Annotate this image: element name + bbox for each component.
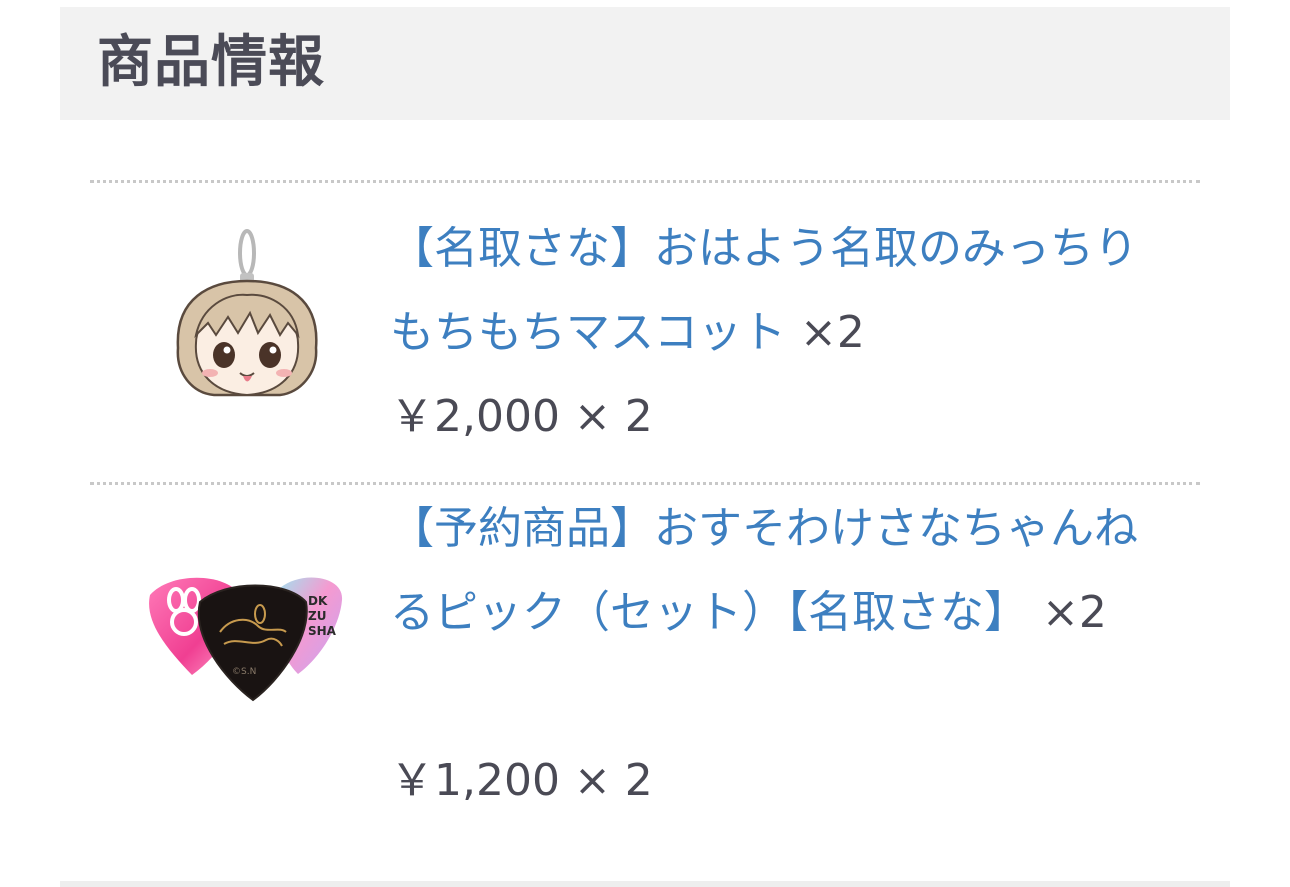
section-footer (60, 881, 1230, 887)
item-price: ￥2,000 × 2 (390, 391, 653, 442)
order-item: 【名取さな】おはよう名取のみっちりもちもちマスコット ×2 ￥2,000 × 2 (90, 183, 1200, 482)
item-name-link[interactable]: 【予約商品】おすそわけさなちゃんねるピック（セット）【名取さな】 ×2 (390, 487, 1180, 655)
svg-text:©S.N: ©S.N (232, 667, 256, 677)
item-quantity: ×2 (1042, 587, 1107, 638)
section-header: 商品情報 (60, 7, 1230, 120)
item-quantity: ×2 (800, 307, 865, 358)
item-name-link[interactable]: 【名取さな】おはよう名取のみっちりもちもちマスコット ×2 (390, 207, 1180, 375)
svg-text:ZU: ZU (308, 609, 326, 623)
item-name-text[interactable]: 【予約商品】おすそわけさなちゃんねるピック（セット）【名取さな】 (390, 503, 1138, 638)
svg-text:SHA: SHA (308, 624, 337, 638)
item-name-text[interactable]: 【名取さな】おはよう名取のみっちりもちもちマスコット (390, 223, 1138, 358)
order-item: DK ZU SHA ©S.N 【予約商品】おすそわけさなちゃんねるピック（セット… (90, 485, 1200, 825)
svg-text:DK: DK (308, 594, 328, 608)
guitar-pick-set-image[interactable]: DK ZU SHA ©S.N (130, 550, 360, 750)
section-title: 商品情報 (97, 30, 325, 95)
mascot-keychain-image[interactable] (130, 223, 360, 423)
item-price: ￥1,200 × 2 (390, 755, 653, 806)
